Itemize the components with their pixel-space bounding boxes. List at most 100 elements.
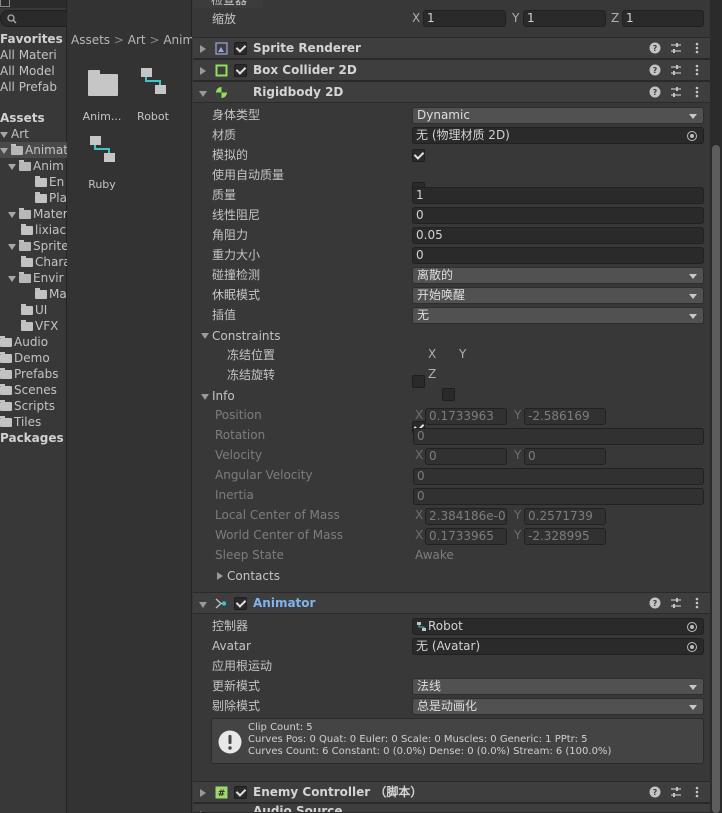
sprite-renderer-enabled-checkbox[interactable] — [234, 42, 247, 55]
preset-sliders-icon[interactable] — [670, 597, 682, 609]
breadcrumb-assets[interactable]: Assets — [71, 33, 110, 47]
animator-enabled-checkbox[interactable] — [234, 597, 247, 610]
animator-controller-icon — [417, 622, 426, 631]
tree-item[interactable]: All Model — [0, 63, 55, 79]
object-picker-icon[interactable] — [687, 131, 697, 141]
culling-mode-dropdown[interactable]: 总是动画化 — [412, 698, 704, 715]
tree-item[interactable]: Packages — [0, 430, 64, 446]
preset-sliders-icon[interactable] — [670, 42, 682, 54]
asset-ruby-controller[interactable]: Ruby — [72, 134, 132, 191]
help-icon[interactable]: ? — [649, 64, 661, 76]
freeze-position-y-checkbox[interactable] — [442, 388, 455, 401]
info-label[interactable]: Info — [212, 387, 235, 405]
help-icon[interactable]: ? — [649, 597, 661, 609]
tree-item[interactable]: Sprites — [8, 238, 75, 254]
more-options-icon[interactable] — [691, 64, 703, 76]
tree-item[interactable]: Prefabs — [0, 366, 59, 382]
collapse-arrow-icon[interactable] — [200, 45, 206, 53]
scale-y-field[interactable]: 1 — [523, 10, 606, 27]
scale-x-field[interactable]: 1 — [423, 10, 506, 27]
tree-item[interactable]: Chara — [21, 254, 71, 270]
tree-item[interactable]: Scripts — [0, 398, 55, 414]
sprite-renderer-header[interactable]: Sprite Renderer ? — [193, 37, 710, 59]
object-picker-icon[interactable] — [687, 622, 697, 632]
info-foldout-arrow-icon[interactable] — [201, 394, 209, 400]
gravity-scale-field[interactable]: 0 — [412, 247, 704, 264]
controller-object-field[interactable]: Robot — [412, 618, 704, 635]
inspector-tab[interactable]: 检查器 — [193, 0, 263, 8]
tree-item[interactable]: lixiac — [21, 222, 66, 238]
scrollbar-thumb[interactable] — [712, 145, 720, 813]
preset-sliders-icon[interactable] — [670, 86, 682, 98]
object-picker-icon[interactable] — [687, 642, 697, 652]
freeze-position-x-checkbox[interactable] — [412, 375, 425, 388]
tree-item-label: UI — [35, 303, 48, 317]
box-collider-enabled-checkbox[interactable] — [234, 64, 247, 77]
contacts-label[interactable]: Contacts — [227, 567, 280, 585]
tree-item[interactable]: UI — [21, 302, 47, 318]
constraints-foldout-arrow-icon[interactable] — [201, 333, 209, 339]
tree-item[interactable]: Pla — [35, 190, 67, 206]
body-type-dropdown[interactable]: Dynamic — [412, 107, 704, 124]
enemy-controller-enabled-checkbox[interactable] — [234, 786, 247, 799]
constraints-label[interactable]: Constraints — [212, 327, 280, 345]
foldout-arrow-icon[interactable] — [0, 131, 8, 138]
avatar-object-field[interactable]: 无 (Avatar) — [412, 638, 704, 655]
preset-sliders-icon[interactable] — [670, 786, 682, 798]
asset-robot-controller[interactable]: Robot — [123, 66, 183, 123]
breadcrumb-art[interactable]: Art — [128, 33, 146, 47]
folder-icon — [21, 224, 33, 235]
collapse-arrow-icon[interactable] — [200, 67, 206, 75]
scale-z-field[interactable]: 1 — [622, 10, 704, 27]
expand-arrow-icon[interactable] — [199, 602, 207, 608]
animator-header[interactable]: Animator ? — [193, 592, 710, 614]
tree-item[interactable]: Audio — [0, 334, 48, 350]
tree-item[interactable]: All Materi — [0, 47, 57, 63]
tree-item[interactable]: VFX — [21, 318, 58, 334]
foldout-arrow-icon[interactable] — [0, 147, 8, 154]
box-collider-header[interactable]: Box Collider 2D ? — [193, 59, 710, 81]
expand-arrow-icon[interactable] — [199, 91, 207, 97]
tree-item[interactable]: Art — [0, 126, 29, 142]
tree-item[interactable]: Animatio — [0, 142, 79, 158]
foldout-arrow-icon[interactable] — [8, 163, 16, 170]
tree-item[interactable]: En — [35, 174, 64, 190]
foldout-arrow-icon[interactable] — [8, 211, 16, 218]
tree-item[interactable]: Tiles — [0, 414, 41, 430]
tree-item[interactable]: Demo — [0, 350, 50, 366]
tree-item[interactable]: Assets — [0, 110, 45, 126]
help-icon[interactable]: ? — [649, 86, 661, 98]
linear-drag-field[interactable]: 0 — [412, 207, 704, 224]
tree-item[interactable]: Scenes — [0, 382, 57, 398]
sleeping-mode-dropdown[interactable]: 开始唤醒 — [412, 287, 704, 304]
help-icon[interactable]: ? — [649, 786, 661, 798]
foldout-arrow-icon[interactable] — [8, 275, 16, 282]
more-options-icon[interactable] — [691, 42, 703, 54]
help-icon[interactable]: ? — [649, 42, 661, 54]
angular-velocity-field: 0 — [413, 468, 704, 485]
more-options-icon[interactable] — [691, 86, 703, 98]
mass-field[interactable]: 1 — [412, 187, 704, 204]
tree-item[interactable]: Favorites — [0, 31, 63, 47]
more-options-icon[interactable] — [691, 786, 703, 798]
search-input[interactable] — [0, 10, 71, 27]
foldout-arrow-icon[interactable] — [8, 243, 16, 250]
rigidbody-2d-header[interactable]: Rigidbody 2D ? — [193, 81, 710, 103]
material-object-field[interactable]: 无 (物理材质 2D) — [412, 127, 704, 144]
collapse-arrow-icon[interactable] — [200, 789, 206, 797]
tree-item[interactable]: Anim — [8, 158, 64, 174]
tree-item[interactable]: Ma — [35, 286, 67, 302]
angular-drag-field[interactable]: 0.05 — [412, 227, 704, 244]
more-options-icon[interactable] — [691, 597, 703, 609]
collision-detection-dropdown[interactable]: 离散的 — [412, 267, 704, 284]
breadcrumb-anim[interactable]: Anim — [163, 33, 192, 47]
tree-item[interactable]: Envir — [8, 270, 64, 286]
audio-source-header[interactable]: Audio Source — [193, 803, 710, 813]
interpolate-dropdown[interactable]: 无 — [412, 307, 704, 324]
contacts-foldout-arrow-icon[interactable] — [217, 572, 223, 580]
simulated-checkbox[interactable] — [412, 149, 425, 162]
preset-sliders-icon[interactable] — [670, 64, 682, 76]
update-mode-dropdown[interactable]: 法线 — [412, 678, 704, 695]
enemy-controller-header[interactable]: # Enemy Controller （脚本） ? — [193, 781, 710, 803]
tree-item[interactable]: All Prefab — [0, 79, 57, 95]
